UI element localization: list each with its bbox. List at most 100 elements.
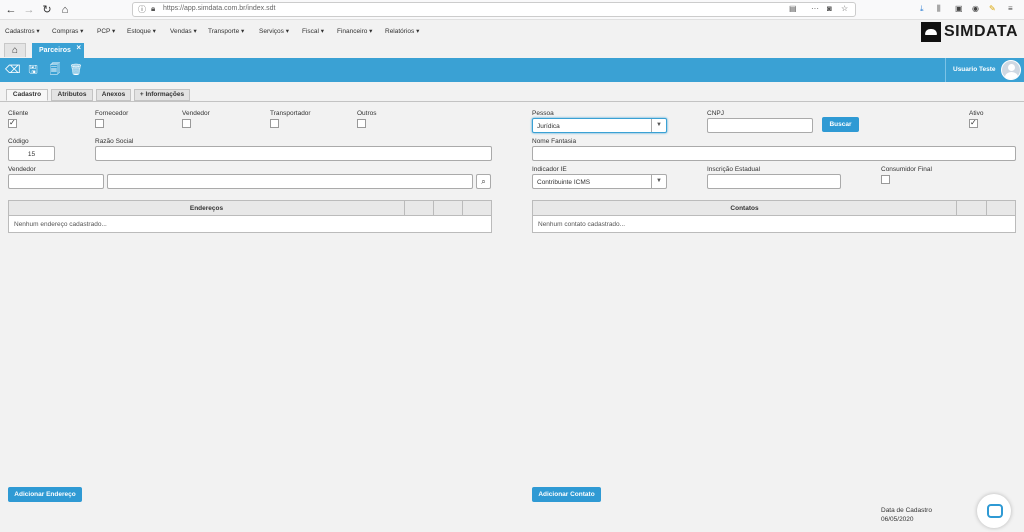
ativo-label: Ativo bbox=[969, 110, 984, 117]
outros-label: Outros bbox=[357, 110, 377, 117]
tab-atributos[interactable]: Atributos bbox=[51, 89, 93, 101]
enderecos-empty-text: Nenhum endereço cadastrado... bbox=[14, 221, 107, 228]
codigo-label: Código bbox=[8, 138, 29, 145]
home-icon: ⌂ bbox=[11, 45, 19, 56]
grid-header: Contatos bbox=[533, 201, 1015, 216]
save-icon[interactable]: 🖫︎ bbox=[26, 63, 40, 77]
cliente-label: Cliente bbox=[8, 110, 29, 117]
pessoa-label: Pessoa bbox=[532, 110, 554, 117]
tab-parceiros[interactable]: Parceiros × bbox=[32, 43, 84, 58]
library-icon[interactable]: ⫼ bbox=[937, 4, 941, 14]
sidebar-icon[interactable]: ▣ bbox=[955, 4, 963, 13]
cliente-checkbox[interactable] bbox=[8, 118, 17, 128]
reader-icon[interactable]: ▤ bbox=[789, 4, 797, 13]
vendedor-name-input[interactable] bbox=[107, 174, 473, 189]
tab-anexos[interactable]: Anexos bbox=[96, 89, 131, 101]
tab-divider bbox=[0, 101, 1024, 102]
razao-social-input[interactable] bbox=[95, 146, 492, 161]
cnpj-label: CNPJ bbox=[707, 110, 724, 117]
reload-icon[interactable]: ↻ bbox=[40, 3, 54, 17]
menu-cadastros[interactable]: Cadastros ▾ bbox=[5, 27, 40, 35]
nome-fantasia-label: Nome Fantasia bbox=[532, 138, 577, 145]
action-toolbar: ⌫ 🖫︎ 🗐︎ 🗑︎ bbox=[0, 58, 1024, 82]
data-cadastro-value: 06/05/2020 bbox=[881, 516, 914, 523]
grid-column-divider bbox=[986, 201, 987, 216]
nome-fantasia-input[interactable] bbox=[532, 146, 1016, 161]
pessoa-select[interactable]: Jurídica ▼ bbox=[532, 118, 667, 133]
url-text[interactable]: https://app.simdata.com.br/index.sdt bbox=[163, 5, 275, 12]
user-menu[interactable]: Usuario Teste bbox=[945, 58, 1024, 82]
home-tab[interactable]: ⌂ bbox=[4, 43, 26, 57]
menu-vendas[interactable]: Vendas ▾ bbox=[170, 27, 197, 35]
home-icon[interactable]: ⌂ bbox=[58, 3, 72, 17]
pessoa-value: Jurídica bbox=[537, 123, 560, 130]
bookmark-star-icon[interactable]: ☆ bbox=[841, 4, 848, 13]
account-icon[interactable]: ◉ bbox=[972, 4, 979, 13]
back-icon[interactable]: ← bbox=[4, 3, 18, 17]
close-tab-icon[interactable]: × bbox=[76, 43, 81, 52]
grid-header: Endereços bbox=[9, 201, 491, 216]
menu-transporte[interactable]: Transporte ▾ bbox=[208, 27, 244, 35]
download-icon[interactable]: ⤓ bbox=[920, 4, 924, 14]
menu-relatorios[interactable]: Relatórios ▾ bbox=[385, 27, 419, 35]
grid-column-divider bbox=[404, 201, 405, 216]
tab-cadastro[interactable]: Cadastro bbox=[6, 89, 48, 101]
menu-financeiro[interactable]: Financeiro ▾ bbox=[337, 27, 372, 35]
menu-pcp[interactable]: PCP ▾ bbox=[97, 27, 115, 35]
more-icon[interactable]: ··· bbox=[811, 4, 819, 13]
search-icon: ⌕ bbox=[481, 177, 486, 186]
cloud-icon bbox=[921, 22, 941, 42]
cancel-button[interactable]: ⌫ bbox=[5, 63, 21, 77]
info-icon[interactable]: ⓘ bbox=[138, 4, 146, 15]
hamburger-menu-icon[interactable]: ≡ bbox=[1008, 4, 1013, 13]
menu-estoque[interactable]: Estoque ▾ bbox=[127, 27, 156, 35]
address-bar[interactable]: ⓘ 🔒︎ https://app.simdata.com.br/index.sd… bbox=[132, 2, 856, 17]
razao-social-label: Razão Social bbox=[95, 138, 134, 145]
main-menu: Cadastros ▾ Compras ▾ PCP ▾ Estoque ▾ Ve… bbox=[0, 20, 1024, 42]
vendedor-checkbox[interactable] bbox=[182, 119, 191, 128]
transportador-checkbox[interactable] bbox=[270, 119, 279, 128]
vendedor-label: Vendedor bbox=[8, 166, 36, 173]
search-button[interactable]: ⌕ bbox=[476, 174, 491, 189]
enderecos-grid: Endereços Nenhum endereço cadastrado... bbox=[8, 200, 492, 233]
lock-icon: 🔒︎ bbox=[151, 4, 156, 13]
data-cadastro-label: Data de Cadastro bbox=[881, 507, 932, 514]
contatos-grid: Contatos Nenhum contato cadastrado... bbox=[532, 200, 1016, 233]
fornecedor-checkbox[interactable] bbox=[95, 119, 104, 128]
cnpj-input[interactable] bbox=[707, 118, 813, 133]
outros-checkbox[interactable] bbox=[357, 119, 366, 128]
add-contato-button[interactable]: Adicionar Contato bbox=[532, 487, 601, 502]
extension-icon[interactable]: ✎ bbox=[989, 4, 996, 13]
logo-text: SIMDATA bbox=[944, 23, 1019, 40]
avatar[interactable] bbox=[1001, 60, 1021, 80]
consumidor-final-checkbox[interactable] bbox=[881, 175, 890, 184]
tab-informacoes[interactable]: + Informações bbox=[134, 89, 190, 101]
tab-label: Parceiros bbox=[39, 47, 71, 54]
save-new-icon[interactable]: 🗐︎ bbox=[48, 63, 62, 77]
chat-icon[interactable] bbox=[977, 494, 1011, 528]
buscar-button[interactable]: Buscar bbox=[822, 117, 859, 132]
indicador-ie-select[interactable]: Contribuinte ICMS ▼ bbox=[532, 174, 667, 189]
chevron-down-icon: ▼ bbox=[651, 175, 666, 188]
menu-servicos[interactable]: Serviços ▾ bbox=[259, 27, 289, 35]
menu-compras[interactable]: Compras ▾ bbox=[52, 27, 83, 35]
ativo-checkbox[interactable] bbox=[969, 118, 978, 128]
menu-fiscal[interactable]: Fiscal ▾ bbox=[302, 27, 324, 35]
fornecedor-label: Fornecedor bbox=[95, 110, 129, 117]
enderecos-title: Endereços bbox=[189, 205, 224, 212]
consumidor-final-label: Consumidor Final bbox=[881, 166, 932, 173]
vendedor-code-input[interactable] bbox=[8, 174, 104, 189]
contatos-empty-text: Nenhum contato cadastrado... bbox=[538, 221, 626, 228]
inscricao-estadual-input[interactable] bbox=[707, 174, 841, 189]
grid-column-divider bbox=[956, 201, 957, 216]
delete-icon[interactable]: 🗑︎ bbox=[69, 63, 83, 77]
indicador-ie-label: Indicador IE bbox=[532, 166, 567, 173]
forward-icon[interactable]: → bbox=[22, 3, 36, 17]
vendedor-checkbox-label: Vendedor bbox=[182, 110, 210, 117]
indicador-ie-value: Contribuinte ICMS bbox=[537, 179, 591, 186]
codigo-input[interactable]: 15 bbox=[8, 146, 55, 161]
pocket-icon[interactable]: ◙ bbox=[827, 4, 832, 13]
browser-toolbar: ← → ↻ ⌂ ⓘ 🔒︎ https://app.simdata.com.br/… bbox=[0, 0, 1024, 20]
transportador-label: Transportador bbox=[270, 110, 311, 117]
add-endereco-button[interactable]: Adicionar Endereço bbox=[8, 487, 82, 502]
